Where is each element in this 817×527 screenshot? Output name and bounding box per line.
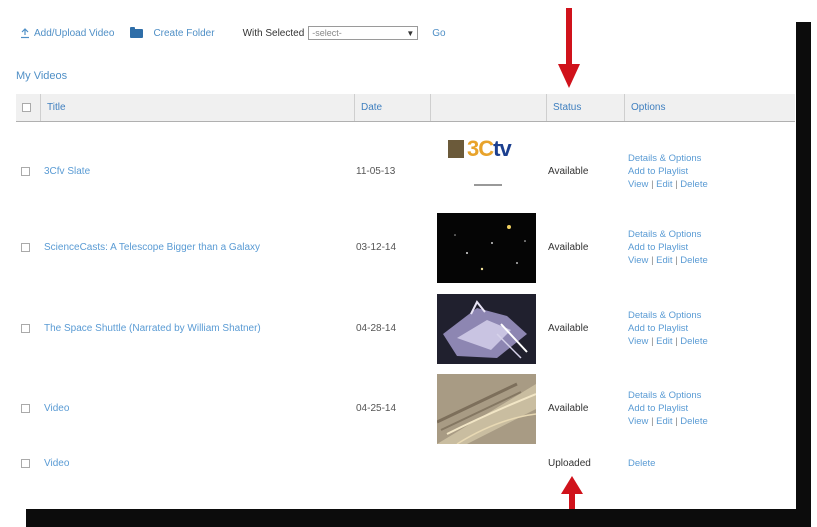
videos-table: Title Date Status Options 3Cfv Slate 11-…: [16, 94, 795, 469]
details-options-link[interactable]: Details & Options: [628, 389, 708, 402]
select-all-cell: [16, 94, 40, 121]
row-checkbox[interactable]: [21, 403, 30, 413]
table-header: Title Date Status Options: [16, 94, 795, 122]
view-link[interactable]: View: [628, 255, 648, 266]
edit-link[interactable]: Edit: [656, 255, 672, 266]
delete-link[interactable]: Delete: [680, 416, 707, 427]
video-thumbnail[interactable]: [437, 374, 536, 444]
table-row: ScienceCasts: A Telescope Bigger than a …: [16, 211, 795, 283]
view-link[interactable]: View: [628, 179, 648, 190]
video-manager-panel: Add/Upload Video Create Folder With Sele…: [0, 0, 796, 516]
table-row: 3Cfv Slate 11-05-13 3Ctv Available Detai…: [16, 136, 795, 206]
dropdown-value: -select-: [312, 28, 342, 38]
view-link[interactable]: View: [628, 336, 648, 347]
separator: |: [651, 415, 654, 427]
table-row: Video Uploaded Delete: [16, 454, 795, 472]
starfield-image: [454, 225, 526, 271]
thumbnail-logo-text: 3Ctv: [467, 136, 512, 161]
delete-link[interactable]: Delete: [628, 458, 655, 469]
video-title-link[interactable]: The Space Shuttle (Narrated by William S…: [44, 323, 261, 334]
video-status: Available: [548, 322, 589, 334]
delete-link[interactable]: Delete: [680, 179, 707, 190]
go-button[interactable]: Go: [432, 28, 445, 39]
edit-link[interactable]: Edit: [656, 336, 672, 347]
details-options-link[interactable]: Details & Options: [628, 152, 708, 165]
row-options: Details & Options Add to Playlist View |…: [628, 228, 708, 267]
light-streak-image: [437, 374, 536, 444]
options-column-header: Options: [624, 94, 795, 121]
select-all-checkbox[interactable]: [22, 103, 31, 112]
details-options-link[interactable]: Details & Options: [628, 228, 708, 241]
edit-link[interactable]: Edit: [656, 179, 672, 190]
separator: |: [651, 178, 654, 190]
row-checkbox[interactable]: [21, 166, 30, 176]
separator: |: [675, 254, 678, 266]
delete-link[interactable]: Delete: [680, 336, 707, 347]
row-checkbox[interactable]: [21, 458, 30, 468]
with-selected-label: With Selected: [242, 27, 305, 39]
separator: |: [651, 254, 654, 266]
add-to-playlist-link[interactable]: Add to Playlist: [628, 402, 708, 415]
logo-badge-icon: [448, 140, 464, 158]
edit-link[interactable]: Edit: [656, 416, 672, 427]
details-options-link[interactable]: Details & Options: [628, 309, 708, 322]
chevron-down-icon: ▼: [406, 28, 415, 38]
date-header-label: Date: [361, 102, 383, 113]
delete-link[interactable]: Delete: [680, 255, 707, 266]
date-column-header[interactable]: Date: [354, 94, 430, 121]
with-selected-dropdown[interactable]: -select- ▼: [308, 26, 419, 40]
frame-border-bottom: [26, 509, 811, 527]
title-header-label: Title: [47, 102, 66, 113]
title-column-header[interactable]: Title: [40, 94, 354, 121]
status-column-header[interactable]: Status: [546, 94, 624, 121]
view-link[interactable]: View: [628, 416, 648, 427]
video-title-link[interactable]: Video: [44, 403, 69, 414]
section-title: My Videos: [16, 70, 68, 82]
video-thumbnail[interactable]: 3Ctv: [444, 136, 526, 192]
row-options: Details & Options Add to Playlist View |…: [628, 152, 708, 191]
video-thumbnail[interactable]: [437, 213, 536, 283]
options-header-label: Options: [631, 102, 666, 113]
add-to-playlist-link[interactable]: Add to Playlist: [628, 165, 708, 178]
add-upload-video-link[interactable]: Add/Upload Video: [20, 28, 114, 39]
row-checkbox[interactable]: [21, 323, 30, 333]
upload-icon: [21, 27, 29, 38]
video-date: 03-12-14: [356, 241, 397, 253]
thumbnail-column-header: [430, 94, 546, 121]
separator: |: [675, 415, 678, 427]
create-folder-link[interactable]: Create Folder: [130, 26, 215, 39]
video-title-link[interactable]: 3Cfv Slate: [44, 166, 90, 177]
add-to-playlist-link[interactable]: Add to Playlist: [628, 322, 708, 335]
separator: |: [651, 335, 654, 347]
video-date: 11-05-13: [356, 165, 396, 177]
separator: |: [675, 178, 678, 190]
video-date: 04-25-14: [356, 402, 397, 414]
video-date: 04-28-14: [356, 322, 397, 334]
video-status: Available: [548, 241, 589, 253]
row-options: Details & Options Add to Playlist View |…: [628, 309, 708, 348]
add-to-playlist-link[interactable]: Add to Playlist: [628, 241, 708, 254]
table-row: The Space Shuttle (Narrated by William S…: [16, 292, 795, 364]
row-options: Details & Options Add to Playlist View |…: [628, 389, 708, 428]
status-header-label: Status: [553, 102, 582, 113]
video-status: Uploaded: [548, 457, 591, 469]
video-title-link[interactable]: ScienceCasts: A Telescope Bigger than a …: [44, 242, 260, 253]
space-shuttle-image: [437, 294, 536, 364]
add-upload-video-label: Add/Upload Video: [34, 27, 115, 39]
video-status: Available: [548, 165, 589, 177]
table-row: Video 04-25-14 Available Details & Optio…: [16, 372, 795, 444]
toolbar: Add/Upload Video Create Folder With Sele…: [20, 24, 446, 42]
row-checkbox[interactable]: [21, 242, 30, 252]
arrow-down-icon: [558, 8, 580, 88]
thumbnail-divider: [474, 184, 502, 186]
frame-border-right: [796, 22, 811, 518]
video-status: Available: [548, 402, 589, 414]
video-title-link[interactable]: Video: [44, 458, 69, 469]
create-folder-label: Create Folder: [153, 27, 215, 39]
separator: |: [675, 335, 678, 347]
folder-icon: [130, 26, 144, 38]
video-thumbnail[interactable]: [437, 294, 536, 364]
